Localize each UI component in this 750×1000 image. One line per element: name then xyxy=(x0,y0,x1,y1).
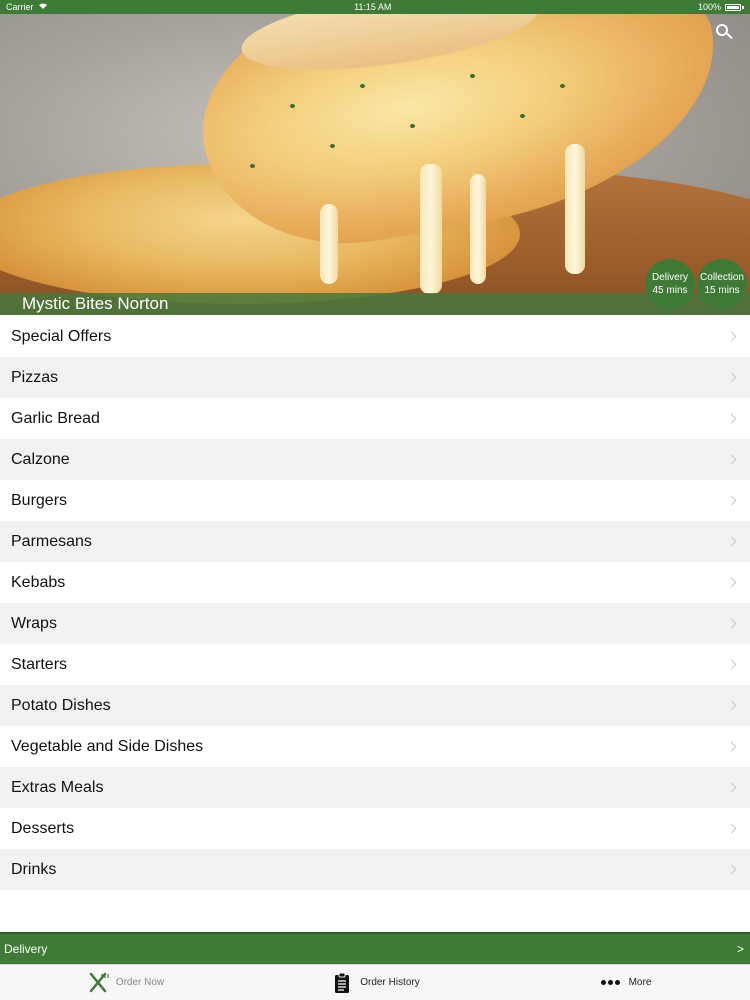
delivery-time: 45 mins xyxy=(652,285,688,296)
collection-time-badge: Collection 15 mins xyxy=(697,259,747,309)
chevron-right-icon xyxy=(726,618,737,629)
herb-fleck xyxy=(410,124,415,128)
category-vegetable-side-dishes[interactable]: Vegetable and Side Dishes xyxy=(0,726,750,767)
chevron-right-icon xyxy=(726,700,737,711)
chevron-right-icon xyxy=(726,495,737,506)
chevron-right-icon xyxy=(726,413,737,424)
chevron-right-icon xyxy=(726,782,737,793)
category-label: Starters xyxy=(11,655,68,673)
collection-label: Collection xyxy=(700,272,744,283)
tab-bar: Order Now Order History More xyxy=(0,964,750,1000)
carrier-label: Carrier xyxy=(6,2,34,12)
category-drinks[interactable]: Drinks xyxy=(0,849,750,890)
herb-fleck xyxy=(360,84,365,88)
status-time: 11:15 AM xyxy=(354,2,392,12)
delivery-mode-label: Delivery xyxy=(4,942,48,956)
chevron-right-icon xyxy=(726,331,737,342)
cheese-string xyxy=(565,144,585,274)
category-list: Special Offers Pizzas Garlic Bread Calzo… xyxy=(0,316,750,890)
tab-order-now[interactable]: Order Now xyxy=(0,971,250,995)
category-label: Parmesans xyxy=(11,532,92,550)
clipboard-icon xyxy=(330,971,354,995)
delivery-time-badge: Delivery 45 mins xyxy=(645,259,695,309)
more-dots-icon xyxy=(599,971,623,995)
chevron-right-icon xyxy=(726,577,737,588)
category-label: Burgers xyxy=(11,491,68,509)
delivery-mode-bar[interactable]: Delivery > xyxy=(0,932,750,964)
delivery-label: Delivery xyxy=(651,272,689,283)
category-label: Special Offers xyxy=(11,327,112,345)
status-left: Carrier xyxy=(6,2,48,12)
chevron-right-icon xyxy=(726,454,737,465)
cheese-string xyxy=(470,174,486,284)
battery-percent: 100% xyxy=(697,2,721,12)
category-wraps[interactable]: Wraps xyxy=(0,603,750,644)
dots xyxy=(601,980,621,985)
cheese-string xyxy=(320,204,338,284)
category-label: Desserts xyxy=(11,819,75,837)
category-starters[interactable]: Starters xyxy=(0,644,750,685)
category-label: Kebabs xyxy=(11,573,66,591)
search-handle xyxy=(726,32,733,40)
category-pizzas[interactable]: Pizzas xyxy=(0,357,750,398)
restaurant-name: Mystic Bites Norton xyxy=(22,294,169,313)
category-parmesans[interactable]: Parmesans xyxy=(0,521,750,562)
category-desserts[interactable]: Desserts xyxy=(0,808,750,849)
herb-fleck xyxy=(250,164,255,168)
hero-banner: Mystic Bites Norton Delivery 45 mins Col… xyxy=(0,14,750,315)
category-special-offers[interactable]: Special Offers xyxy=(0,316,750,357)
tab-label: More xyxy=(628,977,652,988)
battery-tip xyxy=(742,5,744,9)
herb-fleck xyxy=(290,104,295,108)
chevron-right-icon xyxy=(726,372,737,383)
cheese-string xyxy=(420,164,442,294)
category-burgers[interactable]: Burgers xyxy=(0,480,750,521)
chevron-right-icon xyxy=(726,864,737,875)
chevron-right-icon xyxy=(726,823,737,834)
chevron-right-icon: > xyxy=(736,942,744,956)
category-label: Calzone xyxy=(11,450,70,468)
category-extras-meals[interactable]: Extras Meals xyxy=(0,767,750,808)
status-bar: Carrier 11:15 AM 100% xyxy=(0,0,750,14)
category-label: Pizzas xyxy=(11,368,59,386)
category-garlic-bread[interactable]: Garlic Bread xyxy=(0,398,750,439)
herb-fleck xyxy=(330,144,335,148)
search-icon[interactable] xyxy=(714,22,734,42)
tab-label: Order History xyxy=(360,977,420,988)
status-right: 100% xyxy=(698,2,744,12)
category-label: Vegetable and Side Dishes xyxy=(11,737,204,755)
category-potato-dishes[interactable]: Potato Dishes xyxy=(0,685,750,726)
category-calzone[interactable]: Calzone xyxy=(0,439,750,480)
herb-fleck xyxy=(470,74,475,78)
wifi-icon xyxy=(38,2,48,12)
category-label: Wraps xyxy=(11,614,57,632)
category-label: Potato Dishes xyxy=(11,696,111,714)
tab-label: Order Now xyxy=(115,977,165,988)
herb-fleck xyxy=(520,114,525,118)
category-label: Drinks xyxy=(11,860,57,878)
fork-knife-icon xyxy=(86,971,110,995)
chevron-right-icon xyxy=(726,536,737,547)
category-kebabs[interactable]: Kebabs xyxy=(0,562,750,603)
category-label: Garlic Bread xyxy=(11,409,100,427)
chevron-right-icon xyxy=(726,659,737,670)
battery-icon xyxy=(725,3,741,11)
tab-order-history[interactable]: Order History xyxy=(250,971,500,995)
category-label: Extras Meals xyxy=(11,778,104,796)
chevron-right-icon xyxy=(726,741,737,752)
herb-fleck xyxy=(560,84,565,88)
collection-time: 15 mins xyxy=(704,285,740,296)
tab-more[interactable]: More xyxy=(500,971,750,995)
